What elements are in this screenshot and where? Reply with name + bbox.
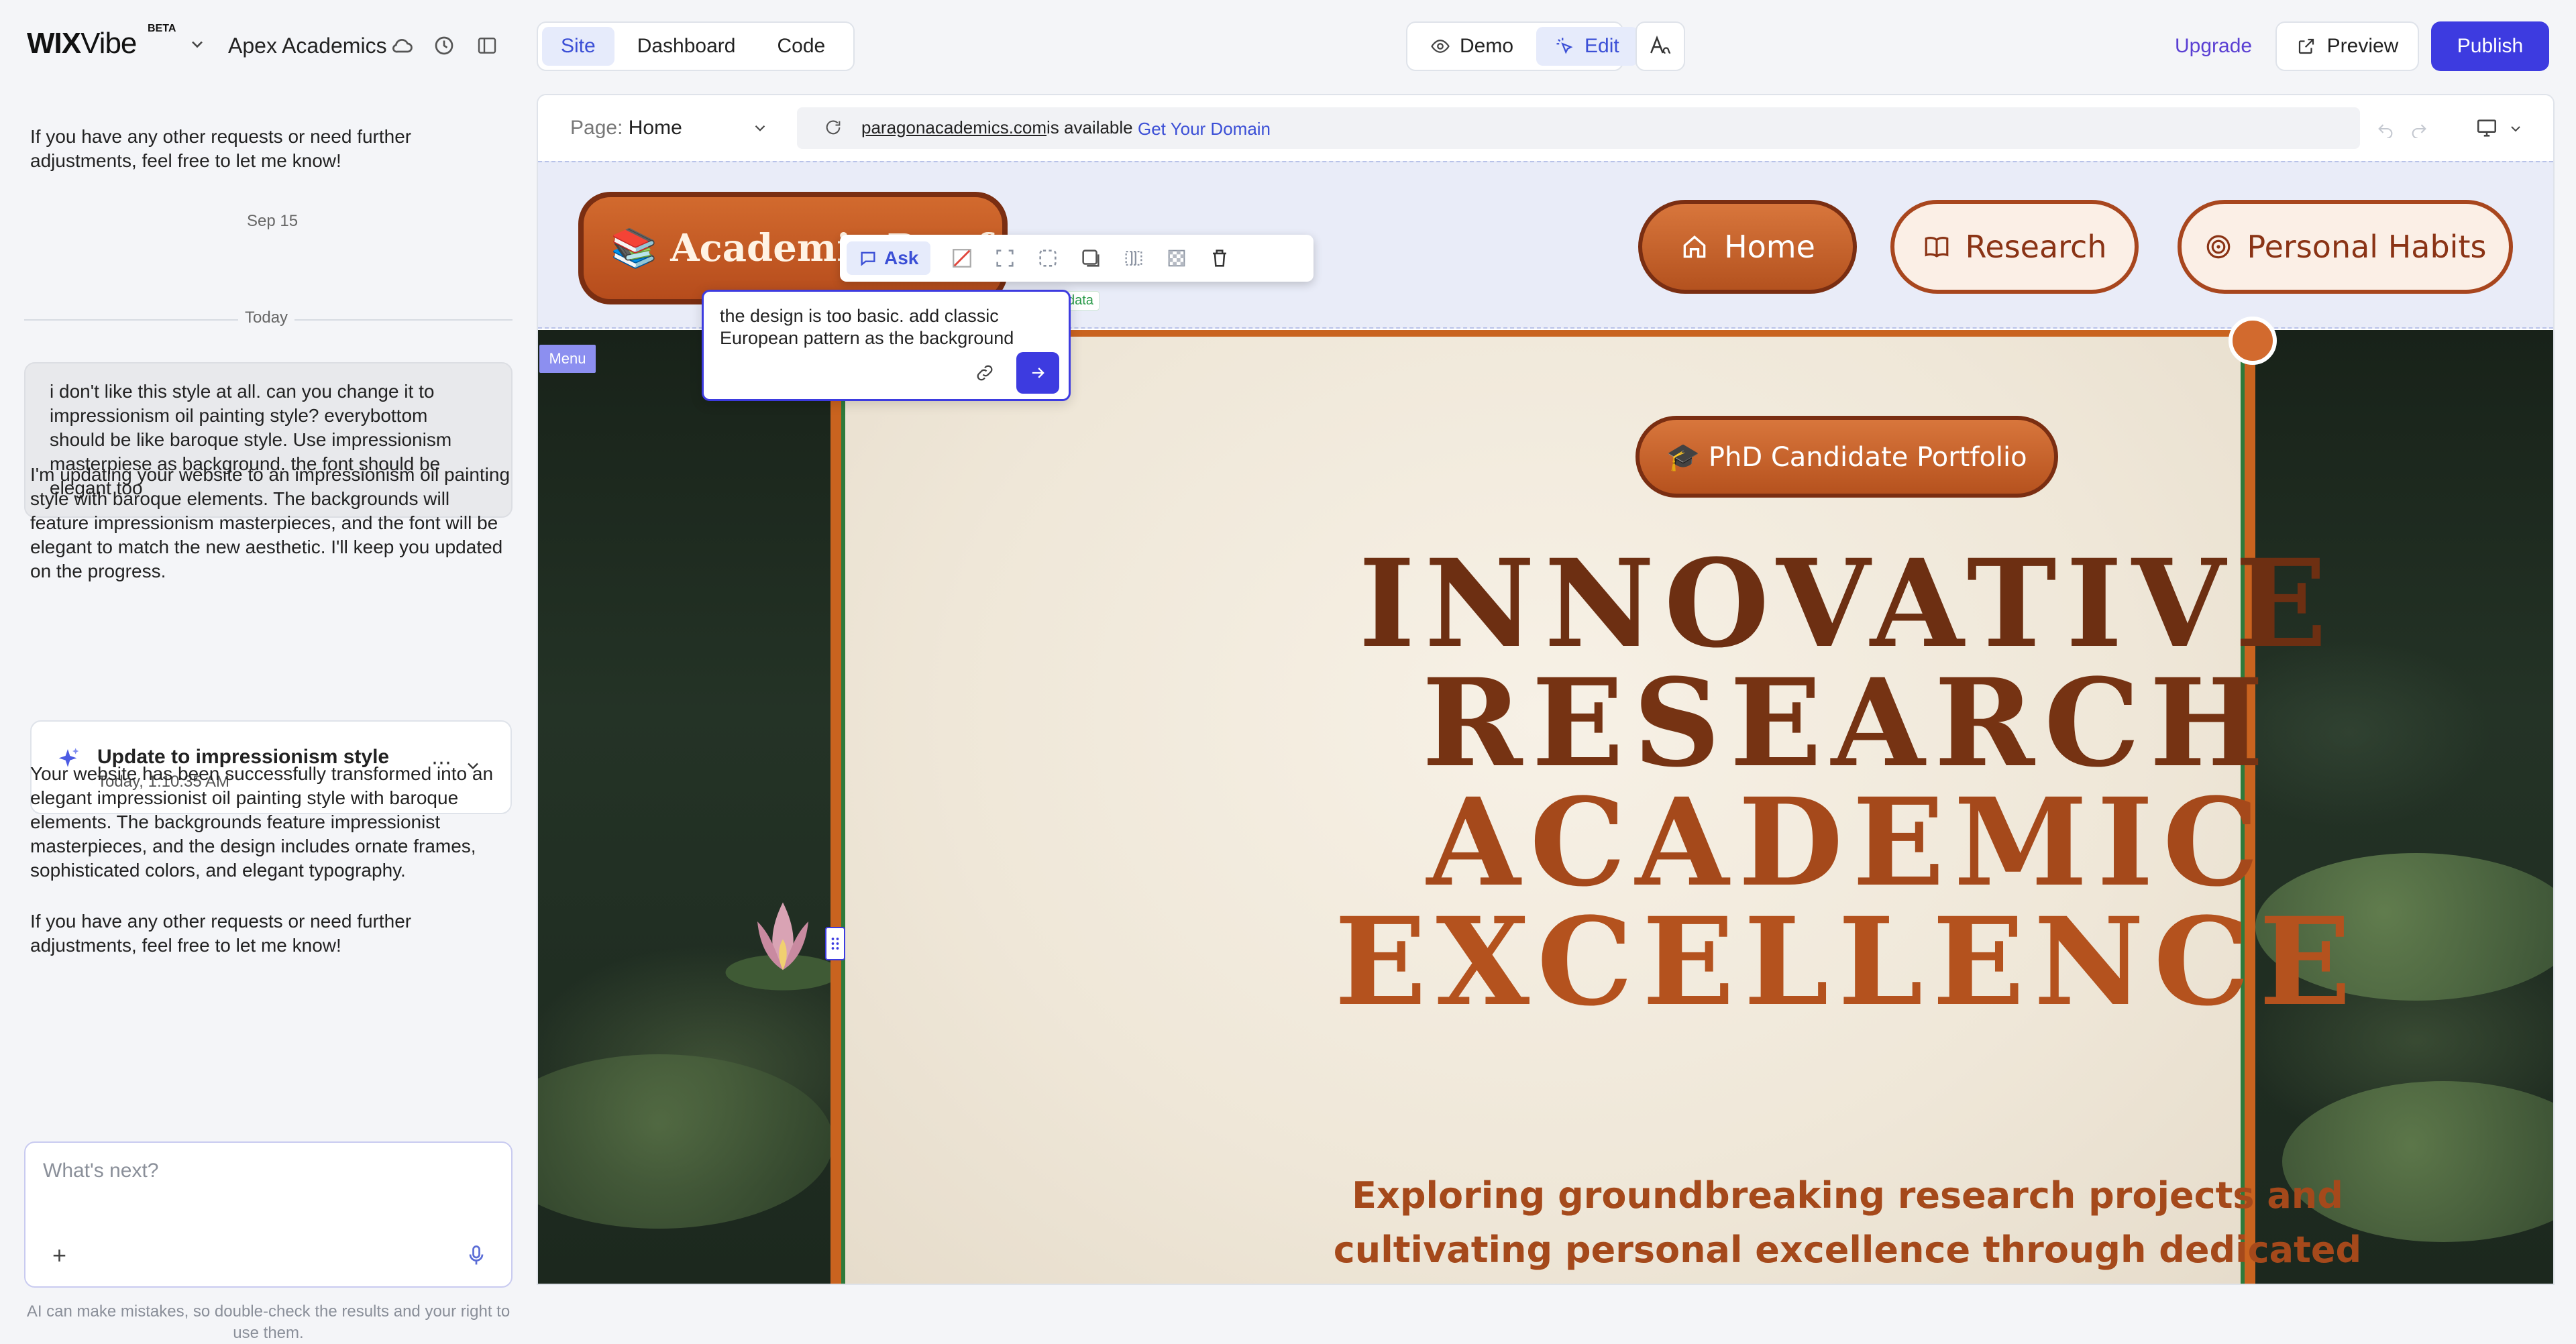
site-nav-home[interactable]: Home (1638, 200, 1857, 294)
element-ai-prompt-box[interactable]: the design is too basic. add classic Eur… (702, 290, 1071, 401)
editor-url-bar: Page: Home paragonacademics.com is avail… (538, 95, 2553, 161)
domain-status: is available (1046, 117, 1133, 137)
upgrade-link[interactable]: Upgrade (2175, 35, 2252, 58)
page-selector[interactable]: Page: Home (570, 117, 682, 139)
headline-line: RESEARCH (1421, 653, 2273, 794)
tab-dashboard[interactable]: Dashboard (619, 27, 755, 66)
headline-line: ACADEMIC (1426, 772, 2269, 913)
chat-input[interactable] (42, 1156, 484, 1186)
mode-switch: Demo Edit (1406, 21, 1638, 71)
date-label: Sep 15 (241, 212, 304, 231)
headline-line: EXCELLENCE (1334, 891, 2361, 1033)
cursor-click-icon (1556, 38, 1573, 54)
history-icon[interactable] (432, 34, 459, 60)
chevron-down-icon[interactable] (751, 119, 769, 137)
prompt-input[interactable]: the design is too basic. add classic Eur… (720, 305, 1055, 349)
columns-icon[interactable] (1122, 247, 1145, 270)
publish-button[interactable]: Publish (2431, 21, 2549, 71)
sidebar-toggle-icon[interactable] (476, 35, 503, 62)
site-nav-personal-habits[interactable]: Personal Habits (2178, 200, 2513, 294)
nav-label: Home (1724, 229, 1815, 265)
domain-bar: paragonacademics.com is available Get Yo… (797, 107, 2360, 149)
theme-fonts-button[interactable] (1635, 21, 1685, 71)
phd-candidate-badge[interactable]: 🎓 PhD Candidate Portfolio (1635, 416, 2058, 498)
border-dashed-icon[interactable] (1036, 247, 1059, 270)
site-nav-research[interactable]: Research (1890, 200, 2139, 294)
microphone-icon[interactable] (464, 1243, 488, 1268)
beta-badge: BETA (148, 23, 176, 34)
edit-label: Edit (1585, 35, 1619, 57)
page-value: Home (628, 117, 682, 139)
wix-vibe-logo[interactable]: WIXVibe (27, 27, 137, 60)
ask-label: Ask (884, 247, 919, 268)
link-icon[interactable] (975, 363, 995, 383)
send-button[interactable] (1016, 352, 1059, 394)
transparency-icon[interactable] (1165, 247, 1188, 270)
cloud-icon[interactable] (390, 34, 417, 60)
crop-frame-icon[interactable] (994, 247, 1016, 270)
site-dashboard-code-tabs: Site Dashboard Code (537, 21, 855, 71)
resize-handle[interactable] (2229, 317, 2277, 365)
preview-button[interactable]: Preview (2275, 21, 2419, 71)
target-icon (2206, 235, 2230, 259)
no-fill-icon[interactable] (951, 247, 973, 270)
headline-line: INNOVATIVE (1358, 533, 2337, 675)
today-label: Today (238, 309, 295, 327)
hero-headline[interactable]: INNOVATIVE RESEARCH ACADEMIC EXCELLENCE (1257, 533, 2438, 1033)
demo-mode-button[interactable]: Demo (1411, 27, 1532, 66)
redo-icon[interactable] (2410, 119, 2428, 138)
tab-site[interactable]: Site (542, 27, 614, 66)
assistant-message: I'm updating your website to an impressi… (30, 464, 511, 581)
nav-label: Personal Habits (2247, 229, 2487, 265)
plus-icon[interactable]: + (52, 1243, 66, 1268)
chat-input-box: + (24, 1141, 513, 1288)
menu-tag[interactable]: Menu (539, 345, 596, 373)
book-icon (1925, 237, 1948, 258)
assistant-message: Your website has been successfully trans… (30, 763, 494, 881)
eye-icon (1431, 40, 1450, 53)
refresh-icon[interactable] (824, 118, 843, 137)
scrolled-text-fragment (30, 99, 513, 113)
tab-code[interactable]: Code (758, 27, 844, 66)
drag-handle-icon[interactable] (825, 927, 845, 960)
preview-label: Preview (2326, 35, 2399, 57)
assistant-message: If you have any other requests or need f… (30, 126, 412, 171)
project-name[interactable]: Apex Academics (228, 34, 387, 58)
desktop-view-icon[interactable] (2475, 117, 2498, 139)
undo-icon[interactable] (2376, 119, 2395, 138)
element-toolbar: Ask (840, 235, 1313, 282)
chevron-down-icon[interactable] (188, 35, 207, 54)
get-domain-link[interactable]: Get Your Domain (1138, 119, 1271, 139)
ai-disclaimer: AI can make mistakes, so double-check th… (26, 1302, 511, 1342)
ask-ai-button[interactable]: Ask (847, 241, 931, 275)
domain-name[interactable]: paragonacademics.com (861, 117, 1046, 138)
chat-bubble-icon (861, 251, 875, 266)
shadow-icon[interactable] (1079, 247, 1102, 270)
chevron-down-icon[interactable] (2508, 121, 2524, 137)
editor-canvas: Page: Home paragonacademics.com is avail… (537, 94, 2576, 1285)
site-preview-frame: Page: Home paragonacademics.com is avail… (537, 94, 2555, 1285)
nav-label: Research (1965, 229, 2107, 265)
home-icon (1683, 235, 1706, 258)
font-style-icon (1650, 36, 1671, 54)
page-label: Page: (570, 117, 623, 139)
assistant-message: If you have any other requests or need f… (30, 911, 412, 956)
ai-chat-panel: If you have any other requests or need f… (0, 94, 537, 1342)
arrow-right-icon (1032, 368, 1044, 378)
demo-label: Demo (1460, 35, 1514, 57)
hero-content-frame[interactable]: 🎓 PhD Candidate Portfolio INNOVATIVE RES… (830, 330, 2361, 1284)
lily-pad-decoration (538, 1054, 833, 1229)
edit-mode-button[interactable]: Edit (1536, 27, 1638, 66)
top-bar: WIXVibe BETA Apex Academics Site Dashboa… (0, 0, 2576, 94)
external-link-icon (2298, 38, 2314, 54)
hero-section[interactable]: 🎓 PhD Candidate Portfolio INNOVATIVE RES… (538, 317, 2553, 1284)
hero-subtitle[interactable]: Exploring groundbreaking research projec… (1284, 1168, 2411, 1284)
delete-icon[interactable] (1208, 247, 1231, 270)
